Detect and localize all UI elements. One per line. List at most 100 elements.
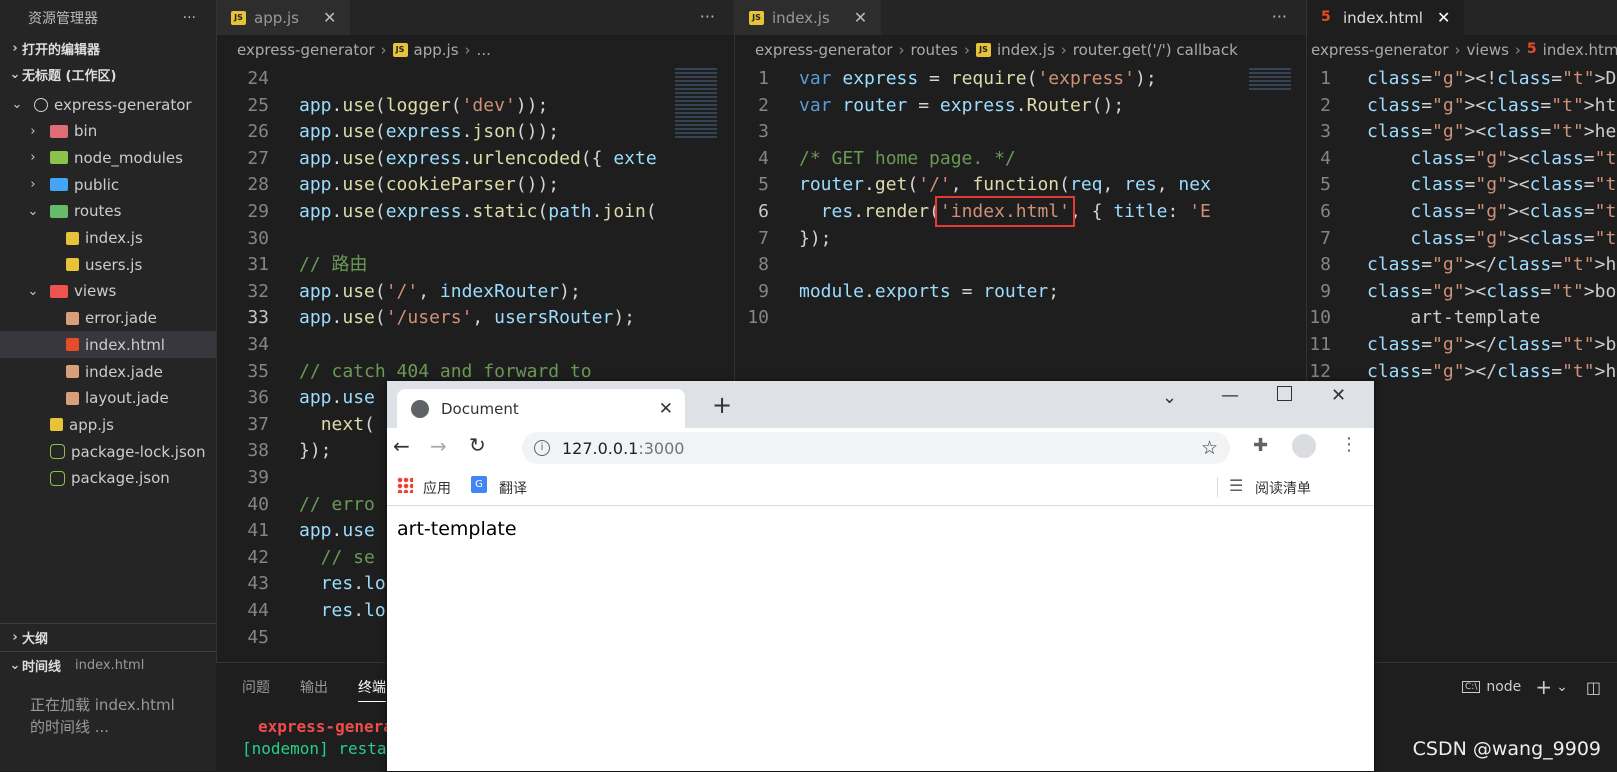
tree-item[interactable]: ⌄ routes — [0, 198, 216, 225]
code-line: 44 res.lo — [217, 597, 385, 624]
browser-tab[interactable]: Document ✕ — [397, 389, 685, 428]
code-line: 39 — [217, 464, 299, 491]
bookmark-star-icon[interactable]: ☆ — [1201, 437, 1218, 459]
chevron-down-icon[interactable]: ⌄ — [1556, 679, 1568, 695]
tree-item[interactable]: index.js — [0, 225, 216, 252]
timeline-section[interactable]: ⌄ 时间线 index.html — [0, 651, 216, 678]
reload-icon[interactable]: ↻ — [469, 433, 486, 457]
tree-item-label: routes — [74, 202, 122, 221]
close-tab-icon[interactable]: ✕ — [659, 399, 673, 419]
tab-index-html[interactable]: 5 index.html ✕ — [1307, 0, 1465, 35]
jade-file-icon — [66, 311, 79, 325]
shell-label: node — [1486, 679, 1522, 695]
code-line: 7}); — [735, 225, 831, 252]
bookmark-translate[interactable]: 翻译 — [499, 478, 527, 498]
html-file-icon: 5 — [1526, 41, 1537, 57]
tab-index-js[interactable]: JS index.js ✕ — [735, 0, 882, 35]
workspace-section[interactable]: ⌄ 无标题 (工作区) — [0, 61, 216, 87]
line-number: 5 — [758, 174, 769, 196]
breadcrumb-item[interactable]: express-generator — [755, 41, 893, 59]
line-number: 28 — [247, 174, 269, 196]
apps-grid-icon[interactable] — [397, 477, 413, 493]
tree-item[interactable]: error.jade — [0, 305, 216, 332]
code-line: 45 — [217, 624, 299, 651]
editor-tabbar: 5 index.html ✕ — [1307, 0, 1617, 35]
profile-avatar[interactable] — [1292, 434, 1316, 458]
tree-item[interactable]: package-lock.json — [0, 438, 216, 465]
line-number: 40 — [247, 493, 269, 515]
split-terminal-icon[interactable]: ◫ — [1586, 678, 1601, 697]
tree-item[interactable]: ⌄ express-generator — [0, 91, 216, 118]
code-line: 38}); — [217, 437, 331, 464]
breadcrumb-item[interactable]: express-generator — [237, 41, 375, 59]
tree-item-label: bin — [74, 122, 98, 141]
bookmarks-bar: 应用 G 翻译 ☰ 阅读清单 — [387, 468, 1374, 506]
menu-icon[interactable]: ⋮ — [1340, 434, 1358, 455]
tree-item[interactable]: index.jade — [0, 358, 216, 385]
breadcrumb-item[interactable]: routes — [911, 41, 958, 59]
tree-item[interactable]: layout.jade — [0, 385, 216, 412]
code-line: 7 class="g"><class="t">title>Document< — [1307, 225, 1617, 252]
outline-section[interactable]: › 大纲 — [0, 623, 216, 650]
tab-app-js[interactable]: JS app.js ✕ — [217, 0, 351, 35]
line-number: 8 — [1320, 254, 1331, 276]
forward-icon[interactable]: → — [430, 434, 447, 458]
tab-terminal[interactable]: 终端 — [358, 677, 386, 702]
info-icon[interactable]: i — [534, 440, 550, 456]
line-number: 36 — [247, 387, 269, 409]
line-number: 1 — [758, 68, 769, 89]
add-terminal-icon[interactable]: + — [1535, 675, 1552, 699]
tab-problems[interactable]: 问题 — [242, 677, 270, 697]
address-bar[interactable]: i 127.0.0.1:3000 ☆ — [522, 432, 1230, 464]
breadcrumb-item[interactable]: express-generator — [1311, 41, 1449, 59]
breadcrumb-item[interactable]: app.js — [414, 41, 459, 59]
line-number: 2 — [1320, 94, 1331, 116]
tab-output[interactable]: 输出 — [300, 677, 328, 697]
back-icon[interactable]: ← — [393, 434, 410, 458]
line-number: 10 — [1309, 307, 1331, 329]
url-port: :3000 — [638, 438, 685, 458]
breadcrumb-item[interactable]: ... — [477, 41, 491, 59]
reading-list-button[interactable]: 阅读清单 — [1255, 478, 1311, 498]
minimap[interactable] — [1245, 64, 1295, 364]
tab-search-icon[interactable]: ⌄ — [1162, 387, 1177, 408]
code-line: 5 router.get('/', function(req, res, nex — [735, 171, 1211, 198]
bookmark-apps[interactable]: 应用 — [423, 478, 451, 498]
new-tab-icon[interactable]: + — [712, 391, 732, 419]
js-file-icon — [66, 258, 79, 272]
breadcrumb-item[interactable]: index.htm — [1543, 41, 1617, 59]
close-window-icon[interactable]: ✕ — [1331, 385, 1346, 406]
close-icon[interactable]: ✕ — [323, 8, 336, 27]
browser-toolbar: ← → ↻ i 127.0.0.1:3000 ☆ ✚ ⋮ — [387, 428, 1374, 468]
close-icon[interactable]: ✕ — [854, 8, 867, 27]
breadcrumb-item[interactable]: views — [1467, 41, 1509, 59]
more-actions-icon[interactable]: ··· — [183, 10, 196, 26]
tree-item[interactable]: ⌄ views — [0, 278, 216, 305]
editor-tabbar: JS app.js ✕ ··· — [217, 0, 735, 35]
more-actions-icon[interactable]: ··· — [1272, 7, 1287, 26]
tree-item[interactable]: users.js — [0, 251, 216, 278]
chevron-down-icon: ⌄ — [27, 203, 39, 219]
tree-item[interactable]: › public — [0, 171, 216, 198]
line-number: 11 — [1309, 334, 1331, 355]
minimize-icon[interactable]: — — [1221, 385, 1239, 406]
maximize-icon[interactable] — [1277, 386, 1292, 401]
terminal-selector[interactable]: C:\ node + ⌄ ◫ — [1462, 675, 1601, 699]
js-file-icon: JS — [749, 10, 764, 25]
code-line: 42 // se — [217, 544, 375, 571]
close-icon[interactable]: ✕ — [1437, 8, 1450, 27]
minimap[interactable] — [671, 64, 721, 364]
tree-item[interactable]: index.html — [0, 331, 216, 359]
folder-views-icon — [50, 284, 68, 298]
code-line: 31// 路由 — [217, 251, 367, 278]
extensions-icon[interactable]: ✚ — [1253, 435, 1268, 456]
breadcrumb-item[interactable]: index.js — [997, 41, 1055, 59]
tree-item[interactable]: package.json — [0, 465, 216, 492]
tree-item[interactable]: › bin — [0, 118, 216, 145]
tree-item[interactable]: › node_modules — [0, 144, 216, 171]
tree-item[interactable]: app.js — [0, 411, 216, 438]
breadcrumb-item[interactable]: router.get('/') callback — [1073, 41, 1238, 59]
more-actions-icon[interactable]: ··· — [700, 7, 715, 26]
chevron-down-icon: ⌄ — [27, 283, 39, 299]
open-editors-section[interactable]: › 打开的编辑器 — [0, 35, 216, 61]
